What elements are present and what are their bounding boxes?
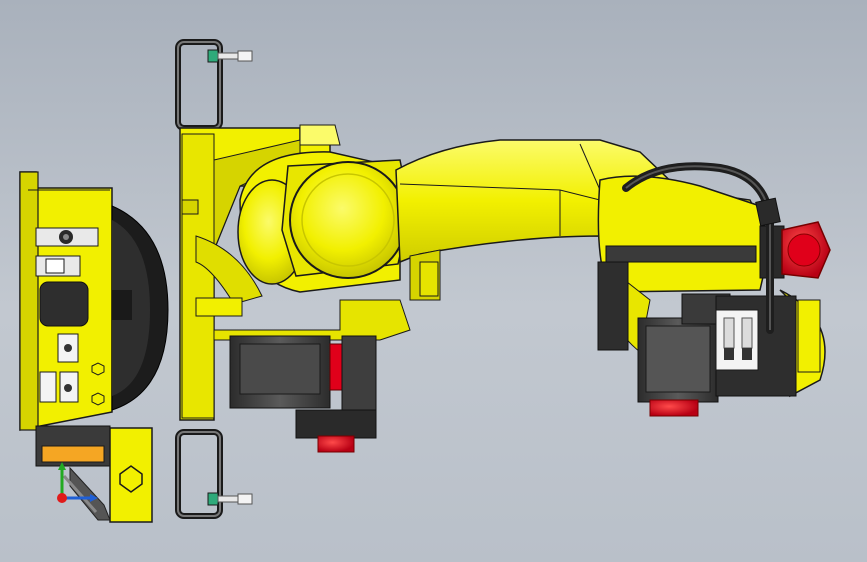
lifting-handle-top[interactable] bbox=[175, 39, 253, 131]
lifting-handle-bottom[interactable] bbox=[175, 429, 253, 519]
base-dark-window bbox=[39, 281, 89, 327]
handle-bolt-bottom bbox=[207, 492, 253, 506]
handle-bolt-top bbox=[207, 49, 253, 63]
wrist-motor-red-cap bbox=[649, 399, 699, 417]
j1-turntable[interactable] bbox=[111, 205, 169, 411]
robot-model-drawing bbox=[19, 39, 831, 523]
connector-label bbox=[41, 445, 105, 463]
base-slot-1 bbox=[35, 227, 99, 247]
base-slot-2 bbox=[35, 255, 81, 277]
base-plate[interactable] bbox=[19, 171, 113, 431]
connector-box[interactable] bbox=[35, 425, 153, 523]
shoulder-joint[interactable] bbox=[281, 159, 411, 279]
j2-motor[interactable] bbox=[229, 335, 377, 453]
j2-motor-red-cap bbox=[317, 435, 355, 453]
cad-viewport[interactable] bbox=[0, 0, 867, 562]
